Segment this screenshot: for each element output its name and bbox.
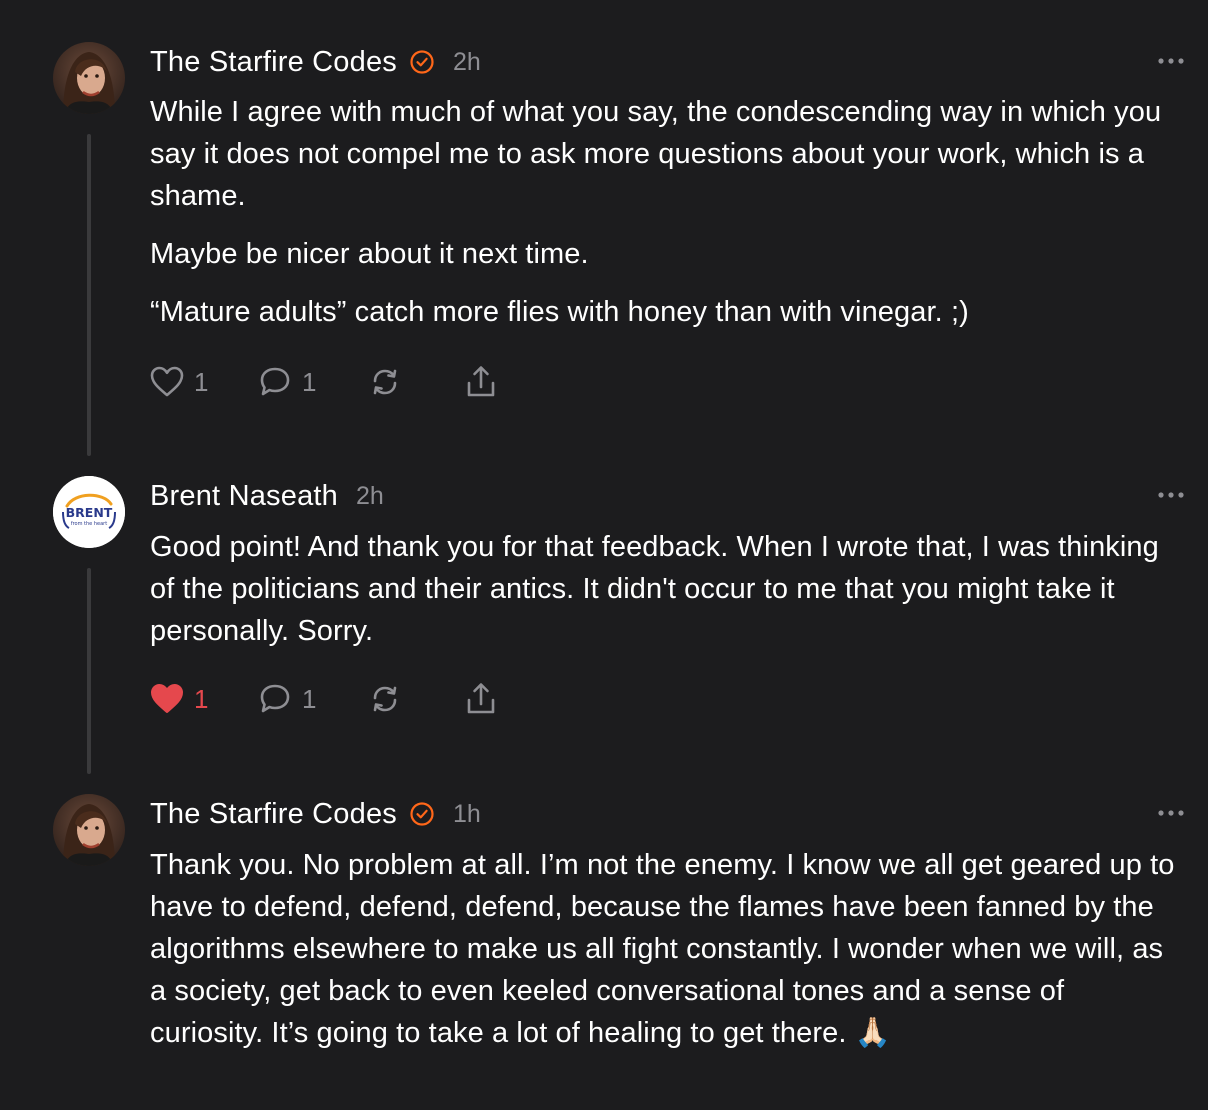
thread-line <box>87 568 91 774</box>
avatar-brand-subtext: from the heart <box>71 521 107 527</box>
comment-paragraph: “Mature adults” catch more flies with ho… <box>150 296 969 328</box>
avatar-starfire-codes[interactable] <box>53 794 125 866</box>
author-name[interactable]: The Starfire Codes <box>150 798 397 831</box>
heart-icon <box>151 684 183 713</box>
avatar-starfire-codes[interactable] <box>53 42 125 114</box>
comment-header: The Starfire Codes 2h <box>150 42 481 82</box>
comment-actions: 1 1 <box>148 679 522 719</box>
thread-line <box>87 134 91 456</box>
like-button[interactable]: 1 <box>148 362 256 402</box>
share-icon <box>467 366 495 397</box>
like-button[interactable]: 1 <box>148 679 256 719</box>
share-button[interactable] <box>462 362 522 402</box>
comment-header: Brent Naseath 2h <box>150 476 384 516</box>
comment-time[interactable]: 2h <box>356 482 384 511</box>
restack-button[interactable] <box>366 362 462 402</box>
comment-body: While I agree with much of what you say,… <box>150 91 1180 349</box>
share-icon <box>467 683 495 714</box>
heart-icon <box>150 366 184 397</box>
more-icon[interactable] <box>1156 806 1186 820</box>
comment-actions: 1 1 <box>148 362 522 402</box>
comment-paragraph: Maybe be nicer about it next time. <box>150 238 589 270</box>
like-count: 1 <box>194 366 209 397</box>
reply-button[interactable]: 1 <box>256 679 366 719</box>
reply-count: 1 <box>302 366 317 397</box>
restack-icon <box>373 369 397 395</box>
restack-icon <box>373 686 397 712</box>
avatar-brand-text: BRENT <box>66 505 113 520</box>
verified-badge-icon <box>410 50 434 74</box>
restack-button[interactable] <box>366 679 462 719</box>
comment-header: The Starfire Codes 1h <box>150 794 481 834</box>
comment-time[interactable]: 1h <box>453 800 481 829</box>
more-icon[interactable] <box>1156 54 1186 68</box>
comment-paragraph: While I agree with much of what you say,… <box>150 96 1162 212</box>
share-button[interactable] <box>462 679 522 719</box>
author-name[interactable]: Brent Naseath <box>150 480 338 513</box>
comment-body: Good point! And thank you for that feedb… <box>150 526 1180 668</box>
like-count: 1 <box>194 683 209 714</box>
avatar-brent-naseath[interactable]: BRENT from the heart <box>53 476 125 548</box>
comment-icon <box>260 367 290 396</box>
comment-body: Thank you. No problem at all. I’m not th… <box>150 844 1180 1070</box>
comment-icon <box>260 684 290 713</box>
comment-time[interactable]: 2h <box>453 48 481 77</box>
reply-button[interactable]: 1 <box>256 362 366 402</box>
reply-count: 1 <box>302 683 317 714</box>
more-icon[interactable] <box>1156 488 1186 502</box>
author-name[interactable]: The Starfire Codes <box>150 46 397 79</box>
verified-badge-icon <box>410 802 434 826</box>
comment-paragraph: Good point! And thank you for that feedb… <box>150 531 1159 647</box>
comment-paragraph: Thank you. No problem at all. I’m not th… <box>150 849 1175 1049</box>
